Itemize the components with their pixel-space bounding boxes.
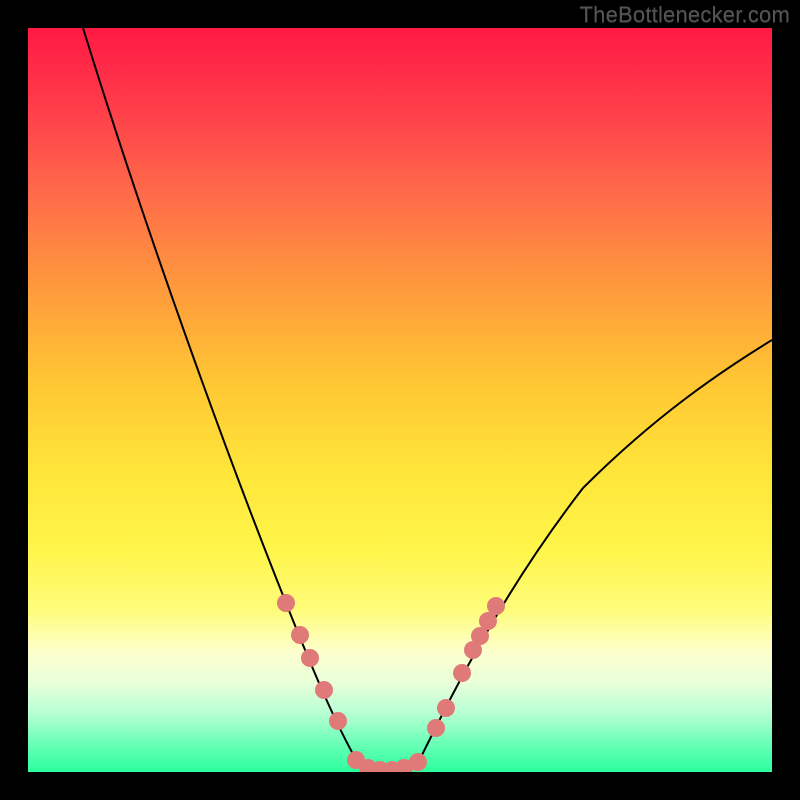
curve-right-branch	[418, 340, 772, 763]
bottleneck-curve	[28, 28, 772, 772]
marker-dot	[277, 594, 295, 612]
watermark-text: TheBottlenecker.com	[580, 2, 790, 28]
marker-dot	[427, 719, 445, 737]
marker-dot	[437, 699, 455, 717]
marker-dot	[487, 597, 505, 615]
marker-dot	[301, 649, 319, 667]
marker-dot	[329, 712, 347, 730]
chart-plot-area	[28, 28, 772, 772]
marker-dot	[409, 753, 427, 771]
marker-dot	[315, 681, 333, 699]
marker-dot	[453, 664, 471, 682]
marker-dot	[291, 626, 309, 644]
